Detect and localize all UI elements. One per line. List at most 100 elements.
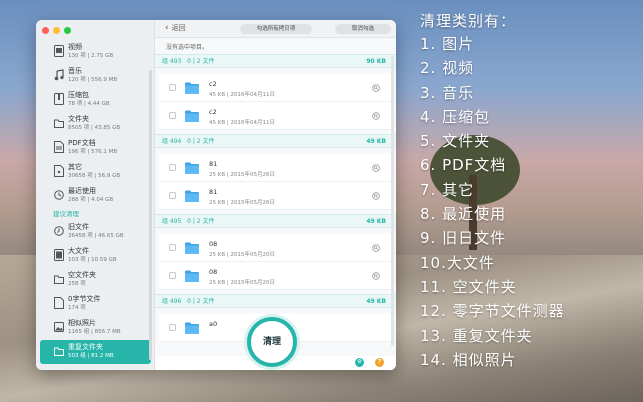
close-window-button[interactable] — [42, 27, 49, 34]
clean-button[interactable]: 清理 — [247, 317, 297, 367]
empty-folder-icon — [54, 275, 64, 284]
sidebar-item-label: 相似照片 — [68, 319, 96, 327]
file-row[interactable]: 08 25 KB | 2015年05月20日 — [159, 262, 392, 290]
file-meta: 25 KB | 2015年05月20日 — [209, 252, 275, 258]
reveal-in-finder-icon[interactable] — [372, 112, 380, 120]
file-checkbox[interactable] — [169, 192, 176, 199]
file-meta: 45 KB | 2016年04月11日 — [209, 120, 275, 126]
group-size: 90 KB — [366, 58, 386, 65]
group-label: 组 495 — [162, 218, 182, 225]
duplicate-folder-icon — [54, 347, 64, 356]
category-caption: 清理类别有： 1. 图片 2. 视频 3. 音乐 4. 压缩包 5. 文件夹 6… — [420, 10, 635, 372]
sidebar-item-zero-byte[interactable]: 0字节文件 174 项 — [36, 292, 155, 316]
sidebar-item-similar-photos[interactable]: 相似照片 1165 组 | 856.7 MB — [36, 316, 155, 340]
sidebar-item-meta: 258 项 — [68, 281, 86, 287]
sidebar-item-label: 文件夹 — [68, 115, 89, 123]
group-size: 49 KB — [366, 298, 386, 305]
sidebar-item-archive[interactable]: 压缩包 78 项 | 4.44 GB — [36, 88, 155, 112]
sidebar-item-other[interactable]: 其它 30658 项 | 56.9 GB — [36, 160, 155, 184]
list-scrollbar[interactable] — [391, 56, 394, 346]
file-checkbox[interactable] — [169, 112, 176, 119]
sidebar-item-meta: 288 项 | 4.04 GB — [68, 197, 114, 203]
group-header[interactable]: 组 494 0 | 2 文件 49 KB — [155, 134, 396, 148]
caption-item: 3. 音乐 — [420, 83, 475, 102]
caption-item: 14. 相似照片 — [420, 350, 517, 369]
file-meta: 25 KB | 2015年05月20日 — [209, 280, 275, 286]
file-checkbox[interactable] — [169, 244, 176, 251]
file-name: 81 — [209, 160, 218, 168]
group-size: 49 KB — [366, 218, 386, 225]
file-checkbox[interactable] — [169, 324, 176, 331]
old-file-icon — [54, 226, 64, 236]
group-count: 0 | 2 文件 — [183, 58, 214, 65]
sidebar-item-duplicate-folders[interactable]: 重复文件夹 503 组 | 81.2 MB — [40, 340, 151, 364]
file-row[interactable]: 08 25 KB | 2015年05月20日 — [159, 234, 392, 262]
sidebar-item-old-files[interactable]: 旧文件 36458 项 | 46.65 GB — [36, 220, 155, 244]
folder-icon — [54, 119, 64, 128]
sidebar-item-meta: 196 项 | 576.1 MB — [68, 149, 118, 155]
video-icon — [54, 45, 64, 57]
sidebar-item-empty-folders[interactable]: 空文件夹 258 项 — [36, 268, 155, 292]
sidebar-item-meta: 130 项 | 2.75 GB — [68, 53, 114, 59]
zoom-window-button[interactable] — [64, 27, 71, 34]
reveal-in-finder-icon[interactable] — [372, 192, 380, 200]
chevron-left-icon: ‹ — [165, 23, 169, 33]
file-meta: 25 KB | 2015年05月26日 — [209, 200, 275, 206]
file-row[interactable]: 81 25 KB | 2015年05月26日 — [159, 154, 392, 182]
caption-item: 1. 图片 — [420, 35, 475, 53]
select-all-copies-button[interactable]: 勾选所有拷贝项 — [240, 24, 312, 34]
sidebar-item-label: PDF文档 — [68, 139, 96, 147]
sidebar-list: 视频 130 项 | 2.75 GB 音乐 120 项 | 556.9 MB 压… — [36, 40, 155, 364]
file-name: 81 — [209, 188, 218, 196]
group-header[interactable]: 组 496 0 | 2 文件 49 KB — [155, 294, 396, 308]
sidebar-scrollbar[interactable] — [149, 70, 152, 360]
sidebar-item-video[interactable]: 视频 130 项 | 2.75 GB — [36, 40, 155, 64]
group-header[interactable]: 组 495 0 | 2 文件 49 KB — [155, 214, 396, 228]
sidebar-item-label: 音乐 — [68, 67, 82, 75]
sidebar-item-label: 旧文件 — [68, 223, 89, 231]
sidebar-item-meta: 1165 组 | 856.7 MB — [68, 329, 121, 335]
minimize-window-button[interactable] — [53, 27, 60, 34]
file-name: 08 — [209, 240, 218, 248]
caption-item: 12. 零字节文件测器 — [420, 302, 565, 321]
file-row[interactable]: c2 45 KB | 2016年04月11日 — [159, 74, 392, 102]
sidebar-item-label: 空文件夹 — [68, 271, 96, 279]
caption-item: 13. 重复文件夹 — [420, 326, 533, 345]
file-row[interactable]: 81 25 KB | 2015年05月26日 — [159, 182, 392, 210]
sidebar-item-meta: 30658 项 | 56.9 GB — [68, 173, 121, 179]
sidebar-item-music[interactable]: 音乐 120 项 | 556.9 MB — [36, 64, 155, 88]
caption-item: 7. 其它 — [420, 180, 475, 199]
sidebar-item-folder[interactable]: 文件夹 8505 项 | 43.85 GB — [36, 112, 155, 136]
archive-icon — [54, 93, 64, 105]
file-meta: 45 KB | 2016年04月11日 — [209, 92, 275, 98]
sidebar-item-meta: 78 项 | 4.44 GB — [68, 101, 110, 107]
caption-item: 10.大文件 — [420, 253, 495, 272]
file-checkbox[interactable] — [169, 272, 176, 279]
reveal-in-finder-icon[interactable] — [372, 164, 380, 172]
caption-item: 8. 最近使用 — [420, 205, 507, 224]
pdf-icon — [54, 141, 64, 153]
file-checkbox[interactable] — [169, 164, 176, 171]
sidebar-item-pdf[interactable]: PDF文档 196 项 | 576.1 MB — [36, 136, 155, 160]
sidebar-section-header: 建议清理 — [53, 210, 79, 218]
file-row[interactable]: c2 45 KB | 2016年04月11日 — [159, 102, 392, 130]
sidebar-item-meta: 174 项 — [68, 305, 86, 311]
group-count: 0 | 2 文件 — [183, 298, 214, 305]
sidebar-item-label: 0字节文件 — [68, 295, 101, 303]
sidebar-item-meta: 8505 项 | 43.85 GB — [68, 125, 121, 131]
sidebar-item-label: 重复文件夹 — [68, 343, 103, 351]
file-checkbox[interactable] — [169, 84, 176, 91]
help-icon[interactable]: ? — [375, 358, 384, 367]
reveal-in-finder-icon[interactable] — [372, 244, 380, 252]
back-button[interactable]: ‹ 返回 — [165, 23, 186, 33]
sidebar-item-recent[interactable]: 最近使用 288 项 | 4.04 GB — [36, 184, 155, 208]
deselect-button[interactable]: 取消勾选 — [335, 24, 391, 34]
settings-icon[interactable]: ⚙ — [355, 358, 364, 367]
window-controls — [42, 27, 71, 34]
reveal-in-finder-icon[interactable] — [372, 272, 380, 280]
reveal-in-finder-icon[interactable] — [372, 84, 380, 92]
sidebar-item-large-files[interactable]: 大文件 103 项 | 10.59 GB — [36, 244, 155, 268]
caption-item: 6. PDF文档 — [420, 156, 507, 175]
group-header[interactable]: 组 493 0 | 2 文件 90 KB — [155, 54, 396, 68]
other-icon — [54, 165, 64, 177]
